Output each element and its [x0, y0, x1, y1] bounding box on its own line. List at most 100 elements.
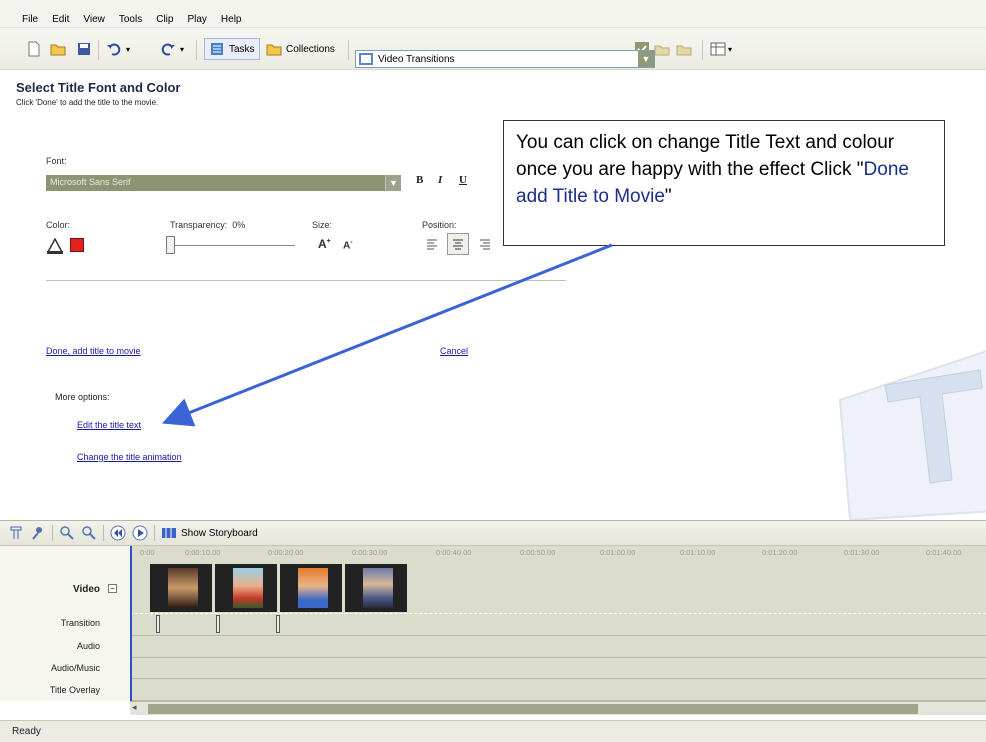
page-title: Select Title Font and Color	[16, 80, 181, 95]
ruler-tick: 0:00:10.00	[185, 548, 221, 557]
transparency-slider-track[interactable]	[170, 245, 295, 246]
font-select[interactable]: Microsoft Sans Serif ▼	[46, 175, 401, 191]
scrollbar-thumb[interactable]	[148, 704, 918, 714]
show-storyboard-label: Show Storyboard	[181, 527, 258, 539]
transition-track[interactable]	[130, 614, 986, 636]
ruler-tick: 0:00:50.00	[520, 548, 556, 557]
zoom-in-icon[interactable]	[59, 525, 75, 541]
clip-thumbnail	[363, 568, 393, 608]
font-dropdown-arrow-icon: ▼	[385, 175, 401, 191]
redo-button[interactable]: ▾	[160, 38, 184, 60]
more-options-label: More options:	[55, 392, 110, 402]
italic-button[interactable]: I	[438, 174, 442, 186]
storyboard-icon	[162, 528, 176, 538]
timeline-ruler[interactable]: 0:00 0:00:10.00 0:00:20.00 0:00:30.00 0:…	[130, 546, 986, 560]
color-swatch[interactable]	[70, 238, 84, 252]
ruler-tick: 0:00:40.00	[436, 548, 472, 557]
transition-marker[interactable]	[276, 615, 280, 633]
instruction-callout: You can click on change Title Text and c…	[503, 120, 945, 246]
track-label-video: Video	[72, 584, 100, 595]
track-label-audio: Audio	[76, 641, 100, 651]
audio-track[interactable]	[130, 636, 986, 658]
ruler-tick: 0:01:20.00	[762, 548, 798, 557]
views-dropdown-icon: ▾	[728, 44, 733, 54]
section-divider	[46, 280, 566, 281]
play-timeline-icon[interactable]	[132, 525, 148, 541]
clip-thumbnail	[233, 568, 263, 608]
audio-music-track[interactable]	[130, 658, 986, 679]
transparency-slider-handle[interactable]	[166, 236, 175, 254]
page-subtitle: Click 'Done' to add the title to the mov…	[16, 98, 159, 107]
menu-tools[interactable]: Tools	[119, 14, 142, 27]
video-clip[interactable]	[150, 564, 212, 612]
save-icon	[78, 43, 90, 55]
track-label-title-overlay: Title Overlay	[49, 685, 100, 695]
title-watermark-icon	[838, 350, 986, 520]
collections-button[interactable]: Collections	[262, 40, 339, 58]
tasks-label: Tasks	[229, 43, 255, 55]
text-color-icon[interactable]	[46, 238, 64, 254]
menu-clip[interactable]: Clip	[156, 14, 173, 27]
collections-label: Collections	[286, 43, 335, 55]
folder-up-icon	[654, 45, 670, 56]
collection-dropdown-arrow-icon: ▼	[638, 51, 654, 67]
tasks-button[interactable]: Tasks	[204, 38, 260, 60]
undo-dropdown-icon[interactable]: ▾	[126, 45, 130, 54]
align-right-icon[interactable]	[476, 236, 492, 252]
cancel-link[interactable]: Cancel	[440, 346, 468, 356]
edit-title-text-link[interactable]: Edit the title text	[77, 420, 141, 430]
menu-help[interactable]: Help	[221, 14, 242, 27]
menu-file[interactable]: File	[22, 14, 38, 27]
align-center-button[interactable]	[447, 233, 469, 255]
ruler-tick: 0:00:20.00	[268, 548, 304, 557]
narrate-timeline-icon[interactable]	[30, 525, 46, 541]
collapse-video-track-icon[interactable]: −	[108, 584, 117, 593]
video-clip[interactable]	[215, 564, 277, 612]
collection-value: Video Transitions	[378, 53, 455, 65]
save-project-button[interactable]	[76, 38, 92, 60]
ruler-tick: 0:01:00.00	[600, 548, 636, 557]
video-clip[interactable]	[280, 564, 342, 612]
set-audio-levels-icon[interactable]	[8, 525, 24, 541]
redo-dropdown-icon[interactable]: ▾	[180, 45, 184, 54]
zoom-out-icon[interactable]	[81, 525, 97, 541]
ruler-tick: 0:01:10.00	[680, 548, 716, 557]
timeline-toolbar: Show Storyboard	[0, 520, 986, 546]
rewind-timeline-icon[interactable]	[110, 525, 126, 541]
decrease-size-icon[interactable]: A-	[343, 239, 353, 251]
menu-edit[interactable]: Edit	[52, 14, 69, 27]
clip-thumbnail	[298, 568, 328, 608]
menu-bar: File Edit View Tools Clip Play Help	[0, 0, 986, 28]
clip-thumbnail	[168, 568, 198, 608]
views-button[interactable]: ▾	[710, 38, 732, 60]
ruler-tick: 0:00:30.00	[352, 548, 388, 557]
change-title-animation-link[interactable]: Change the title animation	[77, 452, 182, 462]
ruler-tick: 0:01:40.00	[926, 548, 962, 557]
new-project-button[interactable]	[26, 38, 42, 60]
font-label: Font:	[46, 156, 67, 166]
transition-marker[interactable]	[216, 615, 220, 633]
size-label: Size:	[312, 220, 333, 230]
scroll-left-icon[interactable]: ◂	[132, 702, 137, 713]
video-clip[interactable]	[345, 564, 407, 612]
new-collection-button[interactable]	[676, 38, 692, 60]
done-add-title-link[interactable]: Done, add title to movie	[46, 346, 141, 356]
align-left-icon[interactable]	[425, 236, 441, 252]
timeline-scrollbar[interactable]: ◂	[130, 701, 986, 715]
transition-marker[interactable]	[156, 615, 160, 633]
playhead[interactable]	[130, 546, 132, 701]
bold-button[interactable]: B	[416, 174, 423, 186]
menu-play[interactable]: Play	[187, 14, 206, 27]
ruler-tick: 0:01:30.00	[844, 548, 880, 557]
increase-size-icon[interactable]: A+	[318, 237, 331, 251]
underline-button[interactable]: U	[459, 174, 467, 186]
undo-button[interactable]: ▾	[106, 38, 130, 60]
collection-dropdown[interactable]: Video Transitions ▼	[355, 50, 655, 68]
show-storyboard-button[interactable]: Show Storyboard	[161, 525, 258, 541]
title-overlay-track[interactable]	[130, 679, 986, 701]
up-one-level-button[interactable]	[654, 38, 670, 60]
status-bar: Ready	[0, 720, 986, 742]
menu-view[interactable]: View	[83, 14, 105, 27]
redo-icon	[161, 43, 175, 56]
open-project-button[interactable]	[50, 38, 66, 60]
